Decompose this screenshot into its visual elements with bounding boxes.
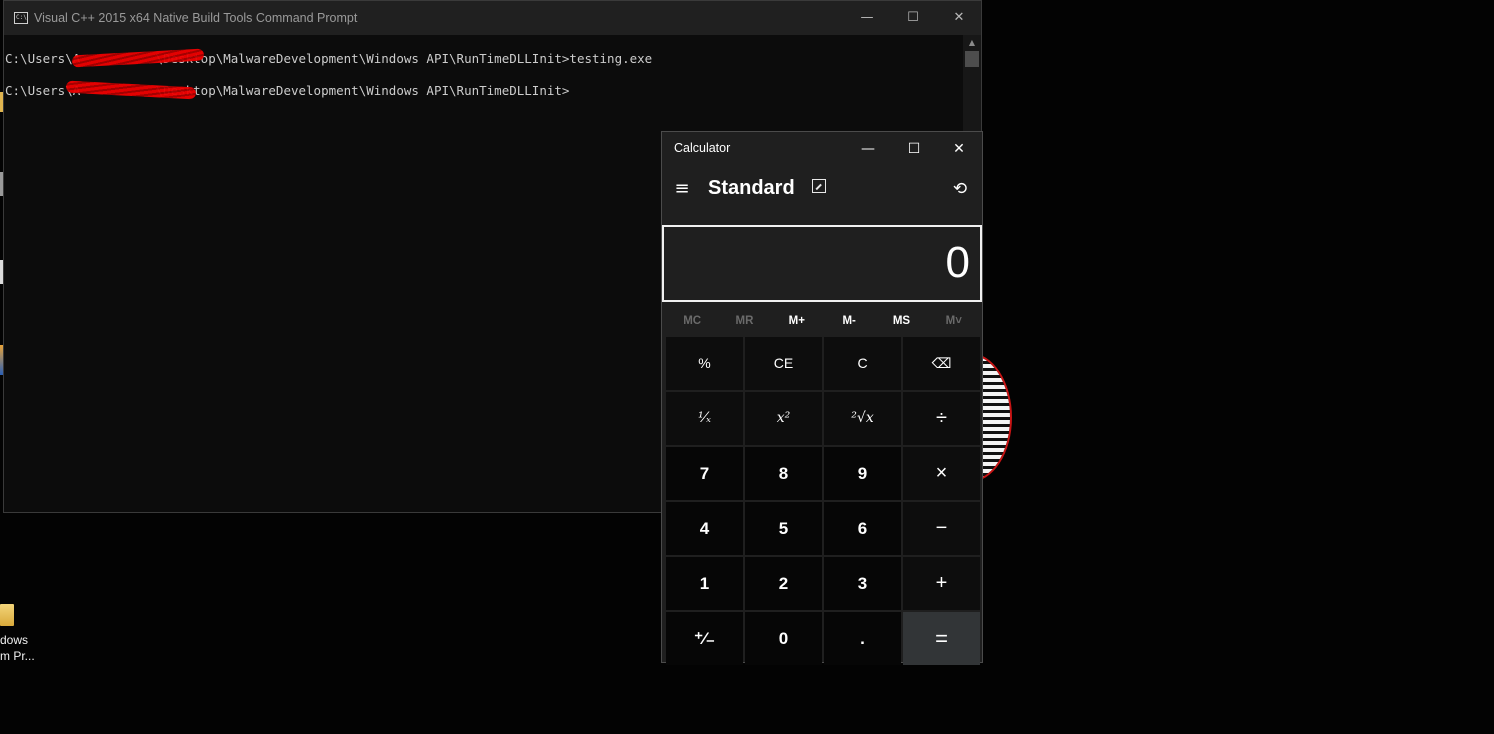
console-titlebar[interactable]: C:\ Visual C++ 2015 x64 Native Build Too… bbox=[4, 1, 981, 35]
history-icon[interactable]: ⟲ bbox=[948, 174, 972, 204]
console-title: Visual C++ 2015 x64 Native Build Tools C… bbox=[34, 11, 358, 25]
square-root-button[interactable]: ²√x bbox=[824, 392, 901, 445]
digit-1-button[interactable]: 1 bbox=[666, 557, 743, 610]
calculator-minimize-button[interactable]: — bbox=[845, 132, 891, 166]
digit-2-button[interactable]: 2 bbox=[745, 557, 822, 610]
folder-icon bbox=[0, 604, 14, 626]
display-value: 0 bbox=[945, 238, 970, 287]
console-maximize-button[interactable]: ☐ bbox=[890, 1, 936, 35]
memory-row: MC MR M+ M- MS M˅ bbox=[666, 306, 980, 336]
menu-icon[interactable]: ≡ bbox=[672, 174, 692, 204]
console-minimize-button[interactable]: — bbox=[844, 1, 890, 35]
desktop-folder-shortcut[interactable]: dows m Pr... bbox=[0, 604, 40, 664]
calculator-titlebar[interactable]: Calculator — ☐ ✕ bbox=[662, 132, 982, 166]
calculator-window[interactable]: Calculator — ☐ ✕ ≡ Standard ⟲ 0 MC MR M+ M-… bbox=[661, 131, 983, 665]
memory-button-ms[interactable]: MS bbox=[875, 306, 927, 336]
console-app-icon: C:\ bbox=[14, 12, 28, 24]
memory-button-m: M˅ bbox=[945, 315, 962, 327]
scrollbar-thumb[interactable] bbox=[965, 51, 979, 67]
negate-button[interactable]: ⁺⁄₋ bbox=[666, 612, 743, 665]
backspace-button[interactable]: ⌫ bbox=[903, 337, 980, 390]
keep-on-top-icon[interactable] bbox=[812, 179, 826, 193]
clear-entry-button[interactable]: CE bbox=[745, 337, 822, 390]
percent-button[interactable]: % bbox=[666, 337, 743, 390]
equals-button[interactable]: = bbox=[903, 612, 980, 665]
calculator-maximize-button[interactable]: ☐ bbox=[891, 132, 937, 166]
multiply-button[interactable]: × bbox=[903, 447, 980, 500]
memory-button-mminus[interactable]: M- bbox=[823, 306, 875, 336]
digit-3-button[interactable]: 3 bbox=[824, 557, 901, 610]
digit-7-button[interactable]: 7 bbox=[666, 447, 743, 500]
memory-button-mplus[interactable]: M+ bbox=[771, 306, 823, 336]
decimal-button[interactable]: . bbox=[824, 612, 901, 665]
calculator-title: Calculator bbox=[674, 141, 731, 155]
digit-5-button[interactable]: 5 bbox=[745, 502, 822, 555]
console-close-button[interactable]: ✕ bbox=[936, 1, 982, 35]
reciprocal-button[interactable]: ¹⁄ₓ bbox=[666, 392, 743, 445]
divide-button[interactable]: ÷ bbox=[903, 392, 980, 445]
mode-title: Standard bbox=[708, 177, 795, 199]
calculator-close-button[interactable]: ✕ bbox=[936, 132, 982, 166]
memory-button-mr: MR bbox=[735, 315, 754, 327]
desktop: dows m Pr... C:\ Visual C++ 2015 x64 Nat… bbox=[0, 0, 1494, 734]
digit-0-button[interactable]: 0 bbox=[745, 612, 822, 665]
add-button[interactable]: + bbox=[903, 557, 980, 610]
digit-4-button[interactable]: 4 bbox=[666, 502, 743, 555]
digit-8-button[interactable]: 8 bbox=[745, 447, 822, 500]
subtract-button[interactable]: − bbox=[903, 502, 980, 555]
digit-9-button[interactable]: 9 bbox=[824, 447, 901, 500]
clear-button[interactable]: C bbox=[824, 337, 901, 390]
digit-6-button[interactable]: 6 bbox=[824, 502, 901, 555]
calculator-display: 0 bbox=[662, 225, 982, 302]
calculator-header: ≡ Standard ⟲ bbox=[662, 166, 982, 224]
desktop-icon-label: dows m Pr... bbox=[0, 633, 35, 663]
keypad: % CE C ⌫ ¹⁄ₓ x² ²√x ÷ 7 8 9 × 4 5 6− 1 2 3 + ⁺⁄₋ 0. = bbox=[666, 337, 980, 665]
scroll-up-icon[interactable]: ▲ bbox=[963, 35, 981, 51]
memory-button-mc: MC bbox=[683, 315, 702, 327]
square-button[interactable]: x² bbox=[745, 392, 822, 445]
